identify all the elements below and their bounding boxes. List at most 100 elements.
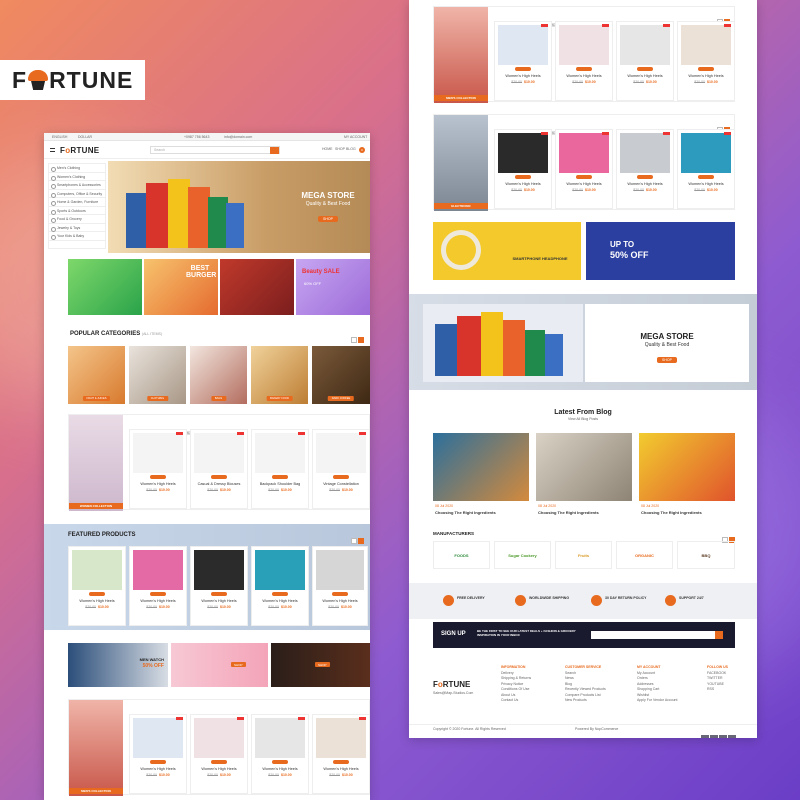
headphone-banner[interactable]: SMARTPHONE HEADPHONE bbox=[433, 222, 581, 280]
category-card[interactable]: BAGS bbox=[190, 346, 247, 404]
product-card[interactable]: Women's High Heels $20.00 $10.00 bbox=[251, 714, 309, 794]
perfume-banner[interactable]: SHOP bbox=[171, 643, 268, 687]
category-sidebar: Men's Clothing Women's Clothing Smartpho… bbox=[48, 163, 106, 249]
blog-post-image[interactable] bbox=[433, 433, 529, 501]
blog-post-image[interactable] bbox=[536, 433, 632, 501]
shipping-icon bbox=[515, 595, 526, 606]
header-logo[interactable]: FoRTUNE bbox=[60, 146, 99, 155]
search-input[interactable]: Search bbox=[150, 146, 280, 154]
footer-contact: Sales@Map-Studios.Com bbox=[433, 691, 474, 695]
blog-post-image[interactable] bbox=[639, 433, 735, 501]
sidebar-item[interactable]: Computers, Office & Security bbox=[49, 190, 105, 198]
view-all-blog-link[interactable]: View All Blog Posts bbox=[409, 417, 757, 421]
promo-beauty-sale[interactable]: Beauty SALE 60% OFF bbox=[296, 259, 370, 315]
product-card[interactable]: Women's High Heels $20.00 $10.00 bbox=[494, 21, 552, 101]
product-card[interactable]: Vintage Constellation $20.00 $10.00 bbox=[312, 429, 370, 509]
cart-icon[interactable]: 0 bbox=[359, 147, 365, 153]
section-title-manufacturers: MANUFACTURERS bbox=[433, 531, 474, 536]
sidebar-item[interactable]: Women's Clothing bbox=[49, 173, 105, 181]
language-select[interactable]: ENGLISH bbox=[52, 135, 67, 140]
product-card[interactable]: Women's High Heels $20.00 $10.00 bbox=[677, 129, 735, 209]
category-card[interactable]: CLOTHING bbox=[129, 346, 186, 404]
facebook-link[interactable]: FACEBOOK bbox=[707, 671, 753, 676]
nav-home[interactable]: HOME bbox=[322, 147, 333, 152]
youtube-link[interactable]: YOUTUBE bbox=[707, 682, 753, 687]
product-card[interactable]: Women's High Heels $20.00 $10.00 bbox=[129, 714, 187, 794]
headphone-icon bbox=[441, 230, 481, 270]
grocery-products-image bbox=[126, 173, 246, 251]
product-card[interactable]: Women's High Heels $20.00 $10.00 bbox=[190, 546, 248, 626]
currency-select[interactable]: DOLLAR bbox=[78, 135, 92, 140]
sidebar-item[interactable]: Jewelry & Toys bbox=[49, 224, 105, 232]
manufacturer-logo[interactable]: FOODS bbox=[433, 541, 490, 569]
product-card[interactable]: Women's High Heels $20.00 $10.00 bbox=[129, 546, 187, 626]
nav-shop[interactable]: SHOP bbox=[335, 147, 345, 152]
blog-title[interactable]: Choosing The Right Ingredients bbox=[641, 510, 702, 515]
nav-blog[interactable]: BLOG bbox=[346, 147, 356, 152]
product-card[interactable]: Women's High Heels $20.00 $10.00 bbox=[190, 714, 248, 794]
product-card[interactable]: Women's High Heels $20.00 $10.00 bbox=[555, 129, 613, 209]
sidebar-item[interactable]: Men's Clothing bbox=[49, 164, 105, 173]
manufacturer-logo[interactable]: Fruits bbox=[555, 541, 612, 569]
product-card[interactable]: Women's High Heels $20.00 $10.00 bbox=[251, 546, 309, 626]
signup-label: SIGN UP bbox=[441, 631, 466, 637]
product-card[interactable]: Women's High Heels $20.00 $10.00 bbox=[68, 546, 126, 626]
product-card[interactable]: Women's High Heels $20.00 $10.00 bbox=[616, 21, 674, 101]
prev-arrow[interactable] bbox=[351, 337, 357, 343]
product-card[interactable]: Women's High Heels $20.00 $10.00 bbox=[677, 21, 735, 101]
manufacturer-logo[interactable]: ORGANIC bbox=[616, 541, 673, 569]
product-card[interactable]: Women's High Heels $20.00 $10.00 bbox=[616, 129, 674, 209]
sidebar-item[interactable]: Sports & Outdoors bbox=[49, 207, 105, 215]
prev-arrow[interactable] bbox=[351, 538, 357, 544]
blog-title[interactable]: Choosing The Right Ingredients bbox=[538, 510, 599, 515]
product-card[interactable]: Women's High Heels $20.00 $10.00 bbox=[312, 714, 370, 794]
twitter-link[interactable]: TWITTER bbox=[707, 676, 753, 681]
discount-banner[interactable]: UP TO 50% OFF bbox=[586, 222, 735, 280]
promo-aloe[interactable] bbox=[68, 259, 142, 315]
phone-number: +0987 756 5643 bbox=[184, 134, 210, 139]
product-card[interactable]: Women's High Heels $20.00 $10.00 bbox=[129, 429, 187, 509]
featured-section: FEATURED PRODUCTS Women's High Heels $20.… bbox=[44, 524, 370, 630]
shoes-banner[interactable]: SHOP bbox=[271, 643, 370, 687]
sidebar-item[interactable]: Smartphones & Accessories bbox=[49, 181, 105, 190]
sidebar-item[interactable]: Food & Grocery bbox=[49, 215, 105, 224]
next-arrow[interactable] bbox=[358, 538, 364, 544]
product-card[interactable]: Backpack Shoulder Bag $20.00 $10.00 bbox=[251, 429, 309, 509]
electronic-banner[interactable]: ELECTRONIC bbox=[434, 115, 488, 211]
manufacturer-logos: FOODS Sugar Cookery Fruits ORGANIC BBQ bbox=[433, 541, 735, 569]
hero-shop-button[interactable]: SHOP bbox=[318, 216, 338, 222]
next-arrow[interactable] bbox=[358, 337, 364, 343]
homepage-preview-right: MEN'S COLLECTION NEW PRODUCTFEATUREDBEST… bbox=[409, 0, 757, 738]
category-card[interactable]: BAKERY FOOD bbox=[251, 346, 308, 404]
women-collection-banner[interactable]: WOMEN COLLECTION bbox=[69, 415, 123, 511]
sidebar-item[interactable]: Home & Garden, Furniture bbox=[49, 198, 105, 207]
menu-icon[interactable] bbox=[50, 148, 55, 152]
logo-text-start: F bbox=[12, 66, 28, 93]
search-button[interactable] bbox=[270, 147, 279, 154]
rss-link[interactable]: RSS bbox=[707, 687, 753, 692]
men-watch-banner[interactable]: MEN WATCH 50% OFF bbox=[68, 643, 168, 687]
blog-title[interactable]: Choosing The Right Ingredients bbox=[435, 510, 496, 515]
blog-date: 08 Jul 2020 bbox=[641, 504, 660, 508]
sidebar-item[interactable]: Your Kids & Baby bbox=[49, 232, 105, 241]
mega-shop-button[interactable]: SHOP bbox=[657, 357, 677, 363]
newsletter-email-input[interactable] bbox=[591, 631, 723, 639]
subscribe-button[interactable] bbox=[715, 631, 723, 639]
manufacturer-logo[interactable]: Sugar Cookery bbox=[494, 541, 551, 569]
grocery-products-image bbox=[423, 304, 583, 382]
promo-perfume[interactable] bbox=[220, 259, 294, 315]
mens-collection-banner[interactable]: MEN'S COLLECTION bbox=[69, 700, 123, 796]
product-card[interactable]: Women's High Heels $20.00 $10.00 bbox=[494, 129, 552, 209]
support-icon bbox=[665, 595, 676, 606]
homepage-preview-left: ENGLISH DOLLAR +0987 756 5643 info@domai… bbox=[44, 133, 370, 800]
product-card[interactable]: Women's High Heels $20.00 $10.00 bbox=[555, 21, 613, 101]
account-link[interactable]: MY ACCOUNT bbox=[344, 135, 367, 140]
product-card[interactable]: Casual & Dressy Blouses $20.00 $10.00 bbox=[190, 429, 248, 509]
footer-column: FOLLOW US FACEBOOK TWITTER YOUTUBE RSS bbox=[707, 665, 753, 692]
category-card[interactable]: FRUIT & JUICES bbox=[68, 346, 125, 404]
promo-burger[interactable]: BEST BURGER bbox=[144, 259, 218, 315]
product-card[interactable]: Women's High Heels $20.00 $10.00 bbox=[312, 546, 368, 626]
mens-collection-banner[interactable]: MEN'S COLLECTION bbox=[434, 7, 488, 103]
category-card[interactable]: DARK COFFEE bbox=[312, 346, 370, 404]
manufacturer-logo[interactable]: BBQ bbox=[677, 541, 735, 569]
